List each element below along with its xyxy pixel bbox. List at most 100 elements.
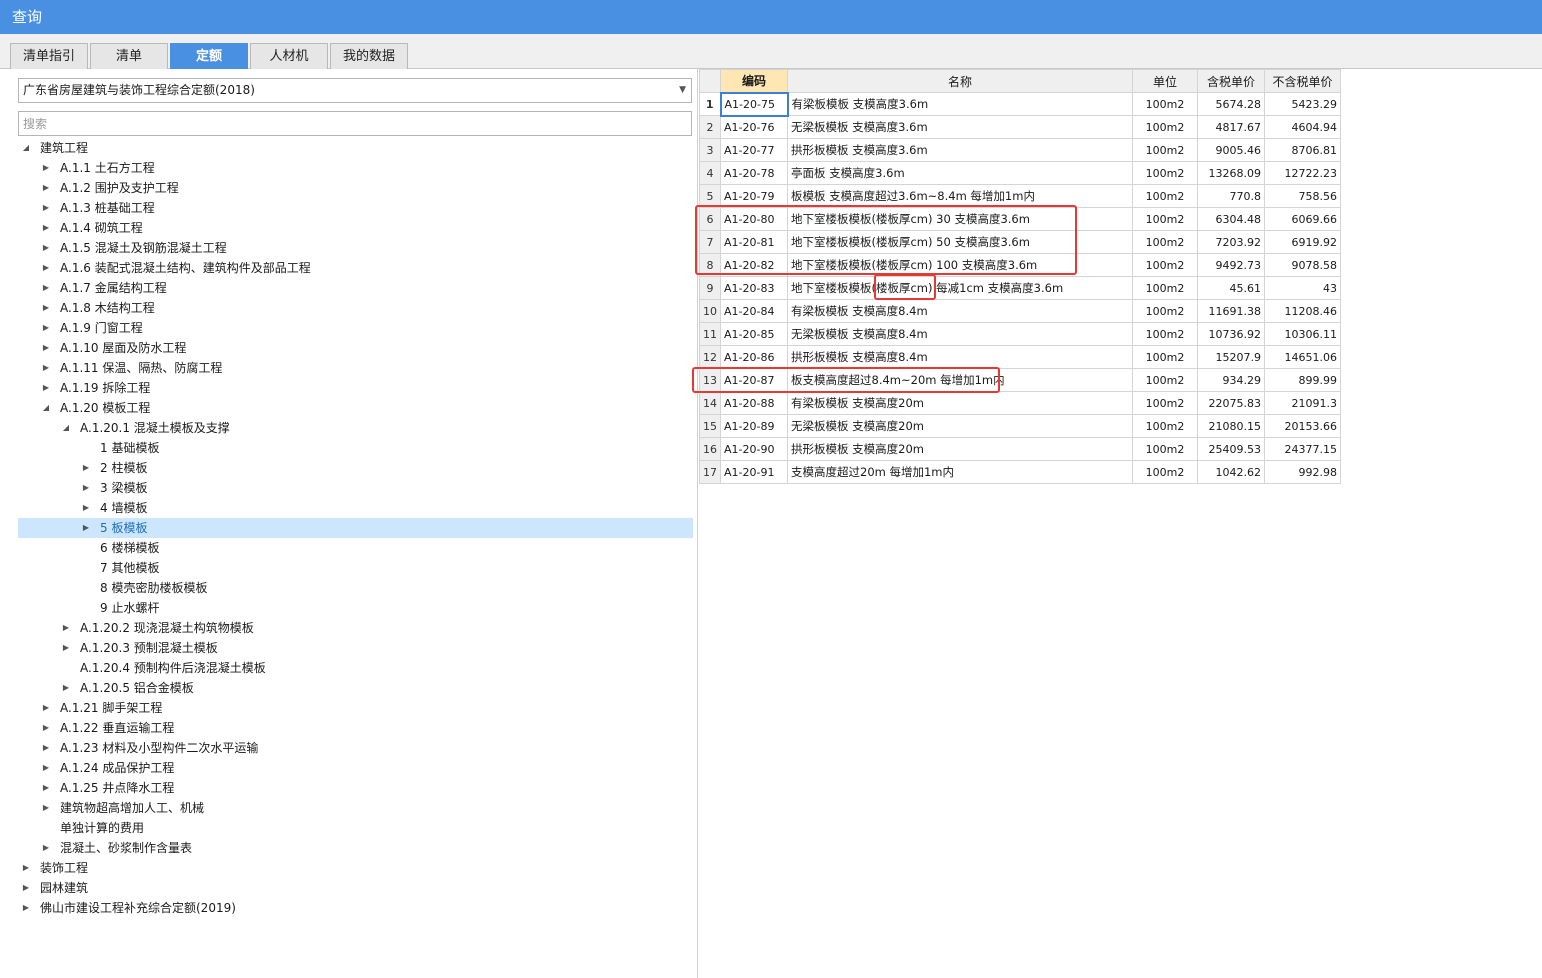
cell-name[interactable]: 拱形板模板 支模高度20m — [787, 437, 1133, 461]
cell-price-tax[interactable]: 4817.67 — [1197, 115, 1265, 139]
cell-unit[interactable]: 100m2 — [1132, 322, 1198, 346]
collapsed-triangle-icon[interactable]: ▶ — [40, 258, 52, 278]
collapsed-triangle-icon[interactable]: ▶ — [40, 698, 52, 718]
cell-unit[interactable]: 100m2 — [1132, 207, 1198, 231]
cell-price-notax[interactable]: 8706.81 — [1264, 138, 1341, 162]
tree-node[interactable]: ▶ 佛山市建设工程补充综合定额(2019) — [18, 898, 693, 918]
cell-price-notax[interactable]: 21091.3 — [1264, 391, 1341, 415]
tree-node[interactable]: ▶ A.1.25 井点降水工程 — [18, 778, 693, 798]
cell-code[interactable]: A1-20-78 — [720, 161, 788, 185]
tree-node[interactable]: ▶ A.1.1 土石方工程 — [18, 158, 693, 178]
collapsed-triangle-icon[interactable]: ▶ — [40, 718, 52, 738]
expanded-triangle-icon[interactable]: ◢ — [40, 398, 52, 418]
cell-name[interactable]: 板支模高度超过8.4m~20m 每增加1m内 — [787, 368, 1133, 392]
tree-node[interactable]: ▶ A.1.23 材料及小型构件二次水平运输 — [18, 738, 693, 758]
cell-unit[interactable]: 100m2 — [1132, 230, 1198, 254]
tree-node[interactable]: ▶ A.1.2 围护及支护工程 — [18, 178, 693, 198]
tree-node[interactable]: 1 基础模板 — [18, 438, 693, 458]
cell-code[interactable]: A1-20-82 — [720, 253, 788, 277]
cell-price-notax[interactable]: 9078.58 — [1264, 253, 1341, 277]
column-header-price-tax[interactable]: 含税单价 — [1197, 69, 1265, 93]
cell-price-tax[interactable]: 21080.15 — [1197, 414, 1265, 438]
tree-node[interactable]: ▶ A.1.4 砌筑工程 — [18, 218, 693, 238]
cell-price-tax[interactable]: 1042.62 — [1197, 460, 1265, 484]
cell-price-notax[interactable]: 899.99 — [1264, 368, 1341, 392]
cell-code[interactable]: A1-20-90 — [720, 437, 788, 461]
tree-node[interactable]: 6 楼梯模板 — [18, 538, 693, 558]
row-number[interactable]: 12 — [699, 345, 721, 369]
table-row[interactable]: 9 A1-20-83 地下室楼板模板(楼板厚cm) 每减1cm 支模高度3.6m 10… — [699, 276, 1341, 300]
row-number[interactable]: 11 — [699, 322, 721, 346]
cell-unit[interactable]: 100m2 — [1132, 276, 1198, 300]
collapsed-triangle-icon[interactable]: ▶ — [20, 858, 32, 878]
table-row[interactable]: 6 A1-20-80 地下室楼板模板(楼板厚cm) 30 支模高度3.6m 100m2… — [699, 207, 1341, 231]
cell-price-notax[interactable]: 992.98 — [1264, 460, 1341, 484]
chevron-down-icon[interactable]: ▼ — [679, 79, 686, 102]
column-header-price-notax[interactable]: 不含税单价 — [1264, 69, 1341, 93]
cell-code[interactable]: A1-20-91 — [720, 460, 788, 484]
tree-node[interactable]: ▶ 园林建筑 — [18, 878, 693, 898]
cell-price-tax[interactable]: 7203.92 — [1197, 230, 1265, 254]
cell-price-tax[interactable]: 45.61 — [1197, 276, 1265, 300]
cell-unit[interactable]: 100m2 — [1132, 368, 1198, 392]
collapsed-triangle-icon[interactable]: ▶ — [40, 178, 52, 198]
table-row[interactable]: 7 A1-20-81 地下室楼板模板(楼板厚cm) 50 支模高度3.6m 100m2… — [699, 230, 1341, 254]
collapsed-triangle-icon[interactable]: ▶ — [40, 838, 52, 858]
tree-node[interactable]: ▶ A.1.10 屋面及防水工程 — [18, 338, 693, 358]
cell-name[interactable]: 无梁板模板 支模高度20m — [787, 414, 1133, 438]
collapsed-triangle-icon[interactable]: ▶ — [60, 638, 72, 658]
cell-unit[interactable]: 100m2 — [1132, 184, 1198, 208]
collapsed-triangle-icon[interactable]: ▶ — [80, 458, 92, 478]
cell-name[interactable]: 地下室楼板模板(楼板厚cm) 每减1cm 支模高度3.6m — [787, 276, 1133, 300]
cell-code[interactable]: A1-20-77 — [720, 138, 788, 162]
tree-node[interactable]: ▶ 2 柱模板 — [18, 458, 693, 478]
collapsed-triangle-icon[interactable]: ▶ — [40, 318, 52, 338]
collapsed-triangle-icon[interactable]: ▶ — [80, 478, 92, 498]
collapsed-triangle-icon[interactable]: ▶ — [40, 158, 52, 178]
cell-price-notax[interactable]: 12722.23 — [1264, 161, 1341, 185]
cell-name[interactable]: 有梁板模板 支模高度20m — [787, 391, 1133, 415]
cell-name[interactable]: 拱形板模板 支模高度8.4m — [787, 345, 1133, 369]
cell-price-tax[interactable]: 934.29 — [1197, 368, 1265, 392]
cell-price-notax[interactable]: 14651.06 — [1264, 345, 1341, 369]
cell-price-notax[interactable]: 758.56 — [1264, 184, 1341, 208]
collapsed-triangle-icon[interactable]: ▶ — [40, 358, 52, 378]
cell-name[interactable]: 有梁板模板 支模高度8.4m — [787, 299, 1133, 323]
collapsed-triangle-icon[interactable]: ▶ — [40, 198, 52, 218]
row-number[interactable]: 3 — [699, 138, 721, 162]
tree-node[interactable]: ▶ A.1.20.5 铝合金模板 — [18, 678, 693, 698]
table-row[interactable]: 17 A1-20-91 支模高度超过20m 每增加1m内 100m2 1042.62 99… — [699, 460, 1341, 484]
tree-node[interactable]: ▶ A.1.20.2 现浇混凝土构筑物模板 — [18, 618, 693, 638]
row-number[interactable]: 14 — [699, 391, 721, 415]
tree-node[interactable]: ▶ 3 梁模板 — [18, 478, 693, 498]
table-row[interactable]: 10 A1-20-84 有梁板模板 支模高度8.4m 100m2 11691.38 112… — [699, 299, 1341, 323]
collapsed-triangle-icon[interactable]: ▶ — [40, 238, 52, 258]
row-number[interactable]: 5 — [699, 184, 721, 208]
table-row[interactable]: 3 A1-20-77 拱形板模板 支模高度3.6m 100m2 9005.46 8706.… — [699, 138, 1341, 162]
cell-code[interactable]: A1-20-89 — [720, 414, 788, 438]
cell-name[interactable]: 无梁板模板 支模高度8.4m — [787, 322, 1133, 346]
collapsed-triangle-icon[interactable]: ▶ — [80, 498, 92, 518]
tree-node[interactable]: A.1.20.4 预制构件后浇混凝土模板 — [18, 658, 693, 678]
cell-price-notax[interactable]: 20153.66 — [1264, 414, 1341, 438]
table-row[interactable]: 5 A1-20-79 板模板 支模高度超过3.6m~8.4m 每增加1m内 100m2… — [699, 184, 1341, 208]
row-number[interactable]: 1 — [699, 92, 721, 116]
cell-price-notax[interactable]: 4604.94 — [1264, 115, 1341, 139]
collapsed-triangle-icon[interactable]: ▶ — [40, 378, 52, 398]
cell-price-tax[interactable]: 5674.28 — [1197, 92, 1265, 116]
table-row[interactable]: 12 A1-20-86 拱形板模板 支模高度8.4m 100m2 15207.9 1465… — [699, 345, 1341, 369]
cell-price-tax[interactable]: 10736.92 — [1197, 322, 1265, 346]
column-header-name[interactable]: 名称 — [787, 69, 1133, 93]
tree-node[interactable]: 7 其他模板 — [18, 558, 693, 578]
collapsed-triangle-icon[interactable]: ▶ — [40, 278, 52, 298]
column-header-unit[interactable]: 单位 — [1132, 69, 1198, 93]
tab-labor-material-machine[interactable]: 人材机 — [250, 43, 328, 69]
table-row[interactable]: 1 A1-20-75 有梁板模板 支模高度3.6m 100m2 5674.28 5423.… — [699, 91, 1341, 117]
tree-node[interactable]: ▶ A.1.5 混凝土及钢筋混凝土工程 — [18, 238, 693, 258]
cell-price-tax[interactable]: 11691.38 — [1197, 299, 1265, 323]
cell-price-tax[interactable]: 770.8 — [1197, 184, 1265, 208]
cell-price-notax[interactable]: 11208.46 — [1264, 299, 1341, 323]
cell-unit[interactable]: 100m2 — [1132, 460, 1198, 484]
tree-node[interactable]: ▶ 5 板模板 — [18, 518, 693, 538]
tree-node[interactable]: 单独计算的费用 — [18, 818, 693, 838]
